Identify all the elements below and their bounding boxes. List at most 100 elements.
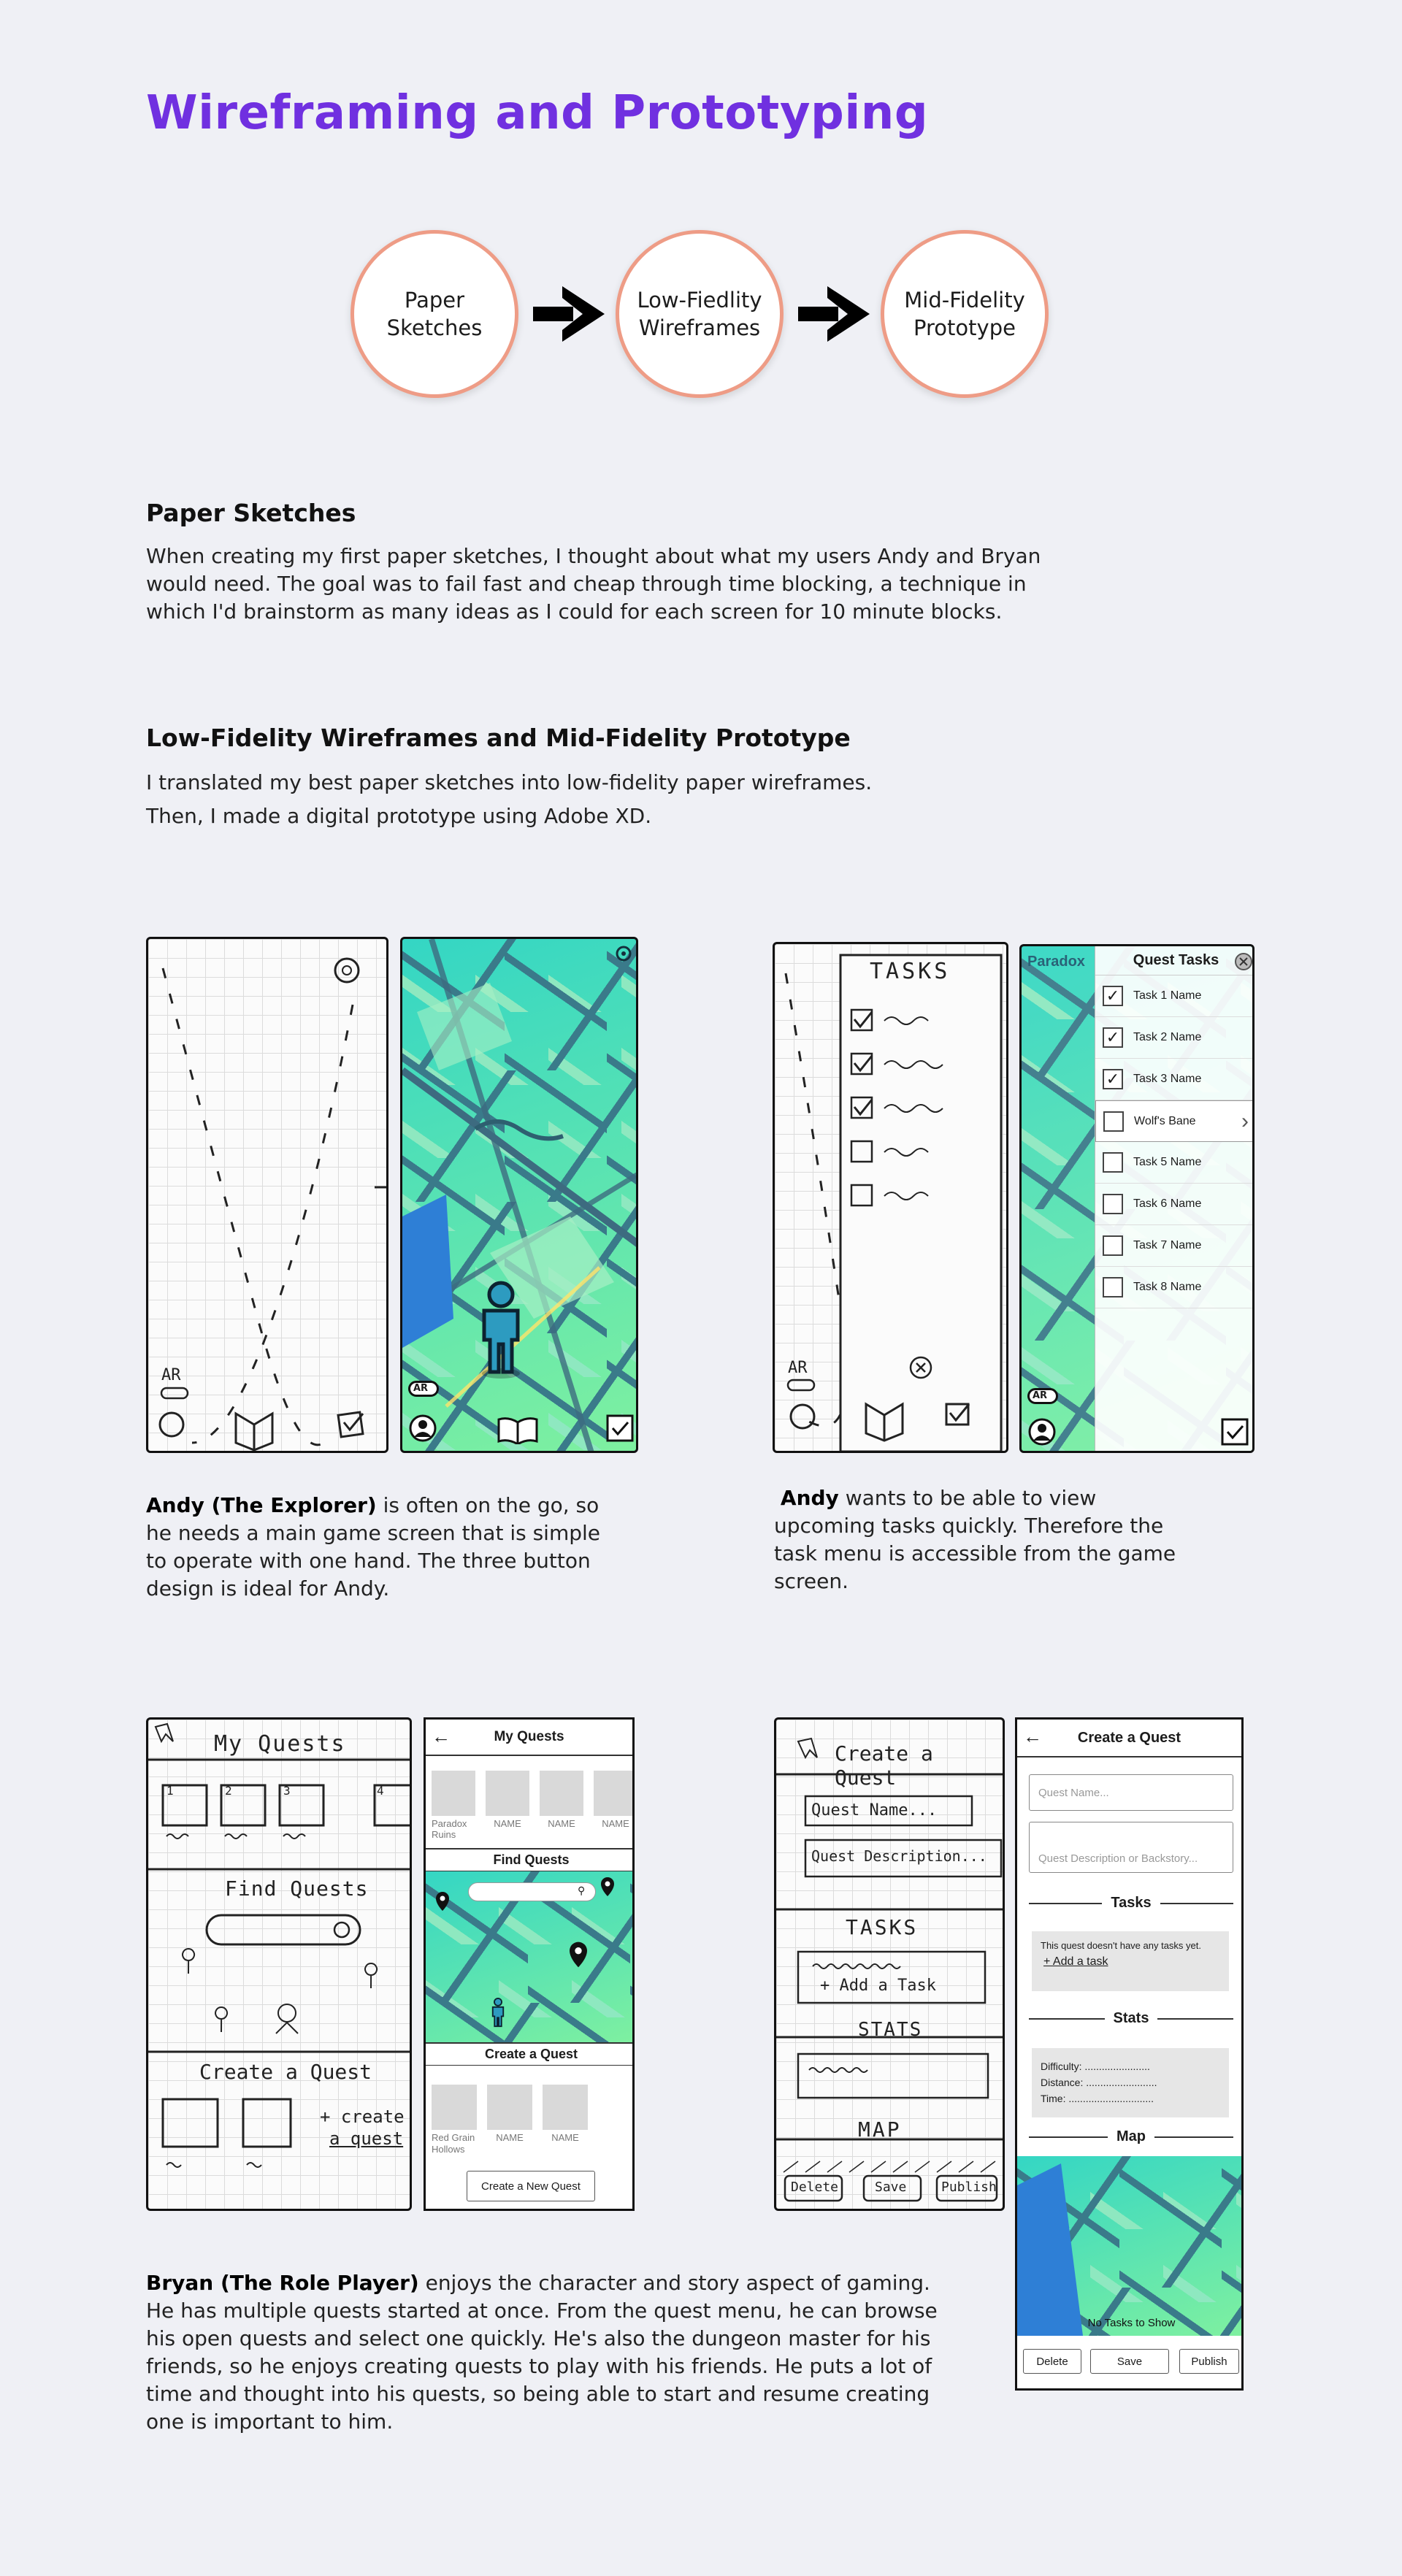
book-icon[interactable] (496, 1415, 540, 1444)
task-label: Task 5 Name (1133, 1156, 1202, 1168)
search-icon[interactable]: ⚲ (578, 1885, 585, 1897)
section-heading-paper: Paper Sketches (146, 499, 356, 527)
sketch-tasks-screen: TASKS AR (773, 942, 1008, 1453)
find-quests-header: Find Quests (426, 1848, 632, 1871)
difficulty-stat: Difficulty: ....................... (1041, 2061, 1150, 2072)
quest-card[interactable]: Paradox Ruins (432, 1771, 475, 1840)
quest-card[interactable]: NAME (486, 1771, 529, 1840)
tasks-checkbox-icon[interactable] (1220, 1417, 1249, 1446)
create-header: ← Create a Quest (1017, 1720, 1241, 1757)
back-arrow-icon[interactable]: ← (1023, 1725, 1042, 1748)
task-row[interactable]: Task 6 Name (1095, 1184, 1252, 1225)
map-pin-icon[interactable] (600, 1876, 616, 1898)
quest-card[interactable]: NAME (543, 2085, 588, 2155)
no-tasks-map-text: No Tasks to Show (1087, 2317, 1176, 2329)
find-quests-map[interactable]: ⚲ (426, 1871, 632, 2042)
quest-card[interactable]: NAME (540, 1771, 583, 1840)
section-body-paper: When creating my first paper sketches, I… (146, 544, 1041, 624)
map-search-input[interactable] (468, 1882, 596, 1901)
step-label: Low-Fiedlity Wireframes (637, 288, 762, 340)
quest-name-input[interactable]: Quest Name... (1029, 1774, 1233, 1811)
task-label: Wolf's Bane (1134, 1114, 1196, 1127)
section-heading-lowmid: Low-Fidelity Wireframes and Mid-Fidelity… (146, 724, 851, 752)
profile-icon[interactable] (408, 1414, 437, 1443)
task-list: ✓ Task 1 Name ✓ Task 2 Name ✓ Task 3 Name Wolf… (1095, 975, 1252, 1308)
task-row[interactable]: Task 7 Name (1095, 1225, 1252, 1267)
tasks-checkbox-icon[interactable] (605, 1414, 635, 1443)
map-water (1017, 2163, 1083, 2336)
arrow-right-icon (533, 286, 605, 342)
avatar-icon (482, 1281, 520, 1379)
caption-text: enjoys the character and story aspect of… (146, 2271, 938, 2434)
proto-create-screen: ← Create a Quest Quest Name... Quest Des… (1015, 1717, 1244, 2391)
task-label: Task 8 Name (1133, 1281, 1202, 1293)
no-tasks-text: This quest doesn't have any tasks yet. (1041, 1940, 1201, 1951)
quest-card[interactable]: NAME (594, 1771, 632, 1840)
sketch-publish: Publish (941, 2180, 997, 2195)
task-checkbox[interactable] (1103, 1194, 1123, 1214)
task-row[interactable]: Wolf's Bane › (1095, 1100, 1252, 1142)
task-checkbox[interactable] (1103, 1277, 1123, 1297)
chevron-right-icon[interactable]: › (1241, 1109, 1249, 1134)
step-label: Mid-Fidelity Prototype (904, 288, 1025, 340)
map-pin-icon[interactable] (434, 1890, 451, 1912)
step-low-fidelity: Low-Fiedlity Wireframes (616, 230, 784, 398)
quest-card[interactable]: Red Grain Hollows (432, 2085, 477, 2155)
ar-label: AR (413, 1383, 429, 1394)
sketch-save: Save (875, 2180, 907, 2195)
step-label: Paper Sketches (386, 288, 483, 340)
my-quests-row: Paradox Ruins NAME NAME NAME (432, 1771, 632, 1840)
quest-tasks-header: Quest Tasks (1095, 946, 1252, 975)
task-checkbox[interactable]: ✓ (1103, 986, 1123, 1006)
quest-description-input[interactable]: Quest Description or Backstory... (1029, 1822, 1233, 1873)
task-checkbox[interactable] (1103, 1111, 1124, 1132)
sketch-num: 3 (283, 1784, 291, 1798)
task-checkbox[interactable]: ✓ (1103, 1027, 1123, 1048)
quest-tasks-panel: Quest Tasks ✓ Task 1 Name ✓ Task 2 Name ✓ Tas… (1095, 946, 1253, 1451)
section-body-line1: I translated my best paper sketches into… (146, 770, 873, 794)
profile-icon[interactable] (1027, 1417, 1057, 1446)
task-label: Task 6 Name (1133, 1197, 1202, 1210)
caption-name: Bryan (The Role Player) (146, 2271, 419, 2295)
task-checkbox[interactable]: ✓ (1103, 1069, 1123, 1089)
task-checkbox[interactable] (1103, 1235, 1123, 1256)
delete-button[interactable]: Delete (1023, 2349, 1081, 2374)
add-task-link[interactable]: + Add a task (1032, 1955, 1229, 1969)
close-icon[interactable] (1234, 952, 1253, 971)
sketch-delete: Delete (791, 2180, 839, 2195)
sketch-quests-screen: My Quests 1 2 3 4 Find Quests Create a Q… (146, 1717, 412, 2211)
section-body-line2: Then, I made a digital prototype using A… (146, 804, 652, 828)
publish-button[interactable]: Publish (1179, 2349, 1239, 2374)
create-new-quest-button[interactable]: Create a New Quest (467, 2171, 595, 2201)
quests-header: ← My Quests (426, 1720, 632, 1756)
map-pin-icon[interactable] (567, 1940, 589, 1969)
sketch-create-btn-2: a quest (329, 2128, 404, 2149)
sketch-num: 4 (377, 1784, 384, 1798)
step-mid-fidelity: Mid-Fidelity Prototype (881, 230, 1049, 398)
ar-label: AR (1033, 1390, 1048, 1401)
task-row[interactable]: ✓ Task 2 Name (1095, 1017, 1252, 1059)
task-row[interactable]: Task 8 Name (1095, 1267, 1252, 1308)
quest-card[interactable]: NAME (487, 2085, 532, 2155)
gear-icon[interactable] (613, 943, 635, 965)
ar-toggle[interactable]: AR (408, 1381, 439, 1397)
sketch-tasks-label: TASKS (846, 1915, 919, 1939)
quests-header-title: My Quests (494, 1729, 564, 1744)
sketch-name-field: Quest Name... (811, 1801, 938, 1820)
task-row[interactable]: ✓ Task 1 Name (1095, 975, 1252, 1017)
proto-game-screen: AR (400, 937, 638, 1453)
proto-tasks-screen: Paradox Quest Tasks ✓ Task 1 Name ✓ Task 2 … (1019, 944, 1254, 1453)
task-row[interactable]: Task 5 Name (1095, 1142, 1252, 1184)
ar-toggle[interactable]: AR (1027, 1388, 1058, 1404)
page-title: Wireframing and Prototyping (146, 86, 929, 140)
task-label: Task 1 Name (1133, 989, 1202, 1002)
sketch-create-screen: Create a Quest Quest Name... Quest Descr… (774, 1717, 1005, 2211)
stats-section-title: Stats (1029, 2010, 1233, 2027)
sketch-map-lines (158, 957, 386, 1451)
sketch-num: 1 (166, 1784, 174, 1798)
save-button[interactable]: Save (1090, 2349, 1169, 2374)
task-row[interactable]: ✓ Task 3 Name (1095, 1059, 1252, 1100)
task-checkbox[interactable] (1103, 1152, 1123, 1173)
create-map[interactable]: No Tasks to Show (1017, 2156, 1241, 2336)
back-arrow-icon[interactable]: ← (432, 1725, 451, 1748)
